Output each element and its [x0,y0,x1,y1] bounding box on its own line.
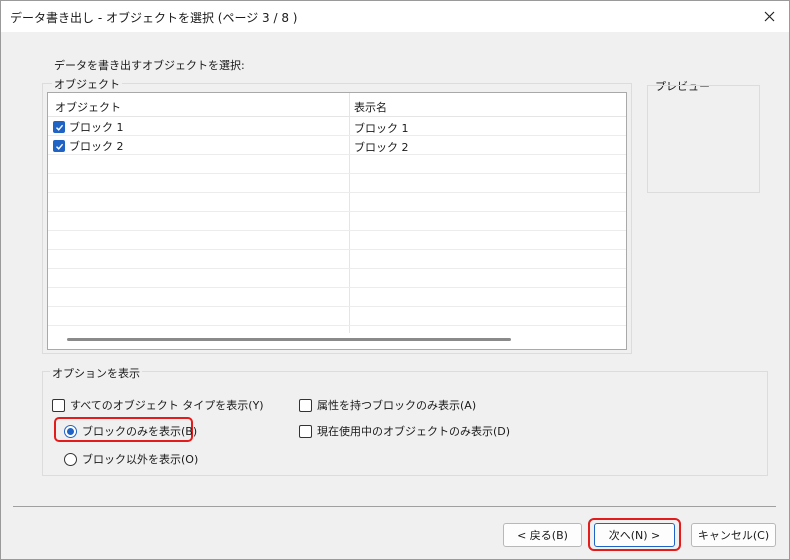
footer-divider [13,506,776,507]
empty-row [48,193,626,212]
radio-dot [64,424,77,438]
in-use-only-checkbox[interactable]: 現在使用中のオブジェクトのみ表示(D) [299,423,510,439]
empty-row [48,269,626,288]
empty-row [48,250,626,269]
row-checkbox[interactable] [53,121,65,133]
list-header: オブジェクト 表示名 [48,93,626,117]
cancel-button[interactable]: キャンセル(C) [691,523,776,547]
show-all-types-label: すべてのオブジェクト タイプを表示(Y) [70,399,264,412]
export-dialog: データ書き出し - オブジェクトを選択 (ページ 3 / 8 ) データを書き出… [0,0,790,560]
checkmark-icon [55,143,63,150]
row-checkbox[interactable] [53,140,65,152]
row-display-name: ブロック 1 [354,122,409,135]
window-title: データ書き出し - オブジェクトを選択 (ページ 3 / 8 ) [10,11,298,25]
close-icon [764,11,774,22]
blocks-only-label: ブロックのみを表示(B) [82,425,198,438]
empty-row [48,288,626,307]
close-button[interactable] [749,1,789,32]
radio-dot [64,452,77,466]
row-object-name: ブロック 2 [69,140,124,153]
in-use-only-label: 現在使用中のオブジェクトのみ表示(D) [317,425,511,438]
non-blocks-label: ブロック以外を表示(O) [82,453,199,466]
options-group-label: オプションを表示 [50,365,142,381]
show-all-types-checkbox[interactable]: すべてのオブジェクト タイプを表示(Y) [52,397,264,413]
blocks-only-radio[interactable]: ブロックのみを表示(B) [64,423,197,439]
row-object-name: ブロック 1 [69,121,124,134]
attr-blocks-only-label: 属性を持つブロックのみ表示(A) [317,399,477,412]
horizontal-scrollbar[interactable] [67,338,511,341]
column-header-object[interactable]: オブジェクト [55,99,121,115]
empty-row [48,231,626,250]
empty-row [48,155,626,174]
checkmark-icon [55,124,63,131]
checkbox-box [52,398,65,412]
empty-row [48,174,626,193]
checkbox-box [299,398,312,412]
next-button[interactable]: 次へ(N) > [594,523,675,547]
list-rows: ブロック 1 ブロック 1 ブロック 2 ブロック 2 [48,117,626,326]
attr-blocks-only-checkbox[interactable]: 属性を持つブロックのみ表示(A) [299,397,476,413]
objects-group-label: オブジェクト [52,76,122,92]
back-button[interactable]: < 戻る(B) [503,523,582,547]
checkbox-box [299,424,312,438]
title-bar: データ書き出し - オブジェクトを選択 (ページ 3 / 8 ) [1,1,789,32]
row-display-name: ブロック 2 [354,141,409,154]
empty-row [48,307,626,326]
instruction-label: データを書き出すオブジェクトを選択: [54,59,245,72]
table-row[interactable]: ブロック 2 ブロック 2 [48,136,626,155]
column-header-display-name[interactable]: 表示名 [354,99,387,115]
non-blocks-radio[interactable]: ブロック以外を表示(O) [64,451,198,467]
table-row[interactable]: ブロック 1 ブロック 1 [48,117,626,136]
empty-row [48,212,626,231]
preview-pane [647,85,760,193]
object-list[interactable]: オブジェクト 表示名 ブロック 1 ブロック 1 ブロック 2 ブロック 2 [47,92,627,350]
